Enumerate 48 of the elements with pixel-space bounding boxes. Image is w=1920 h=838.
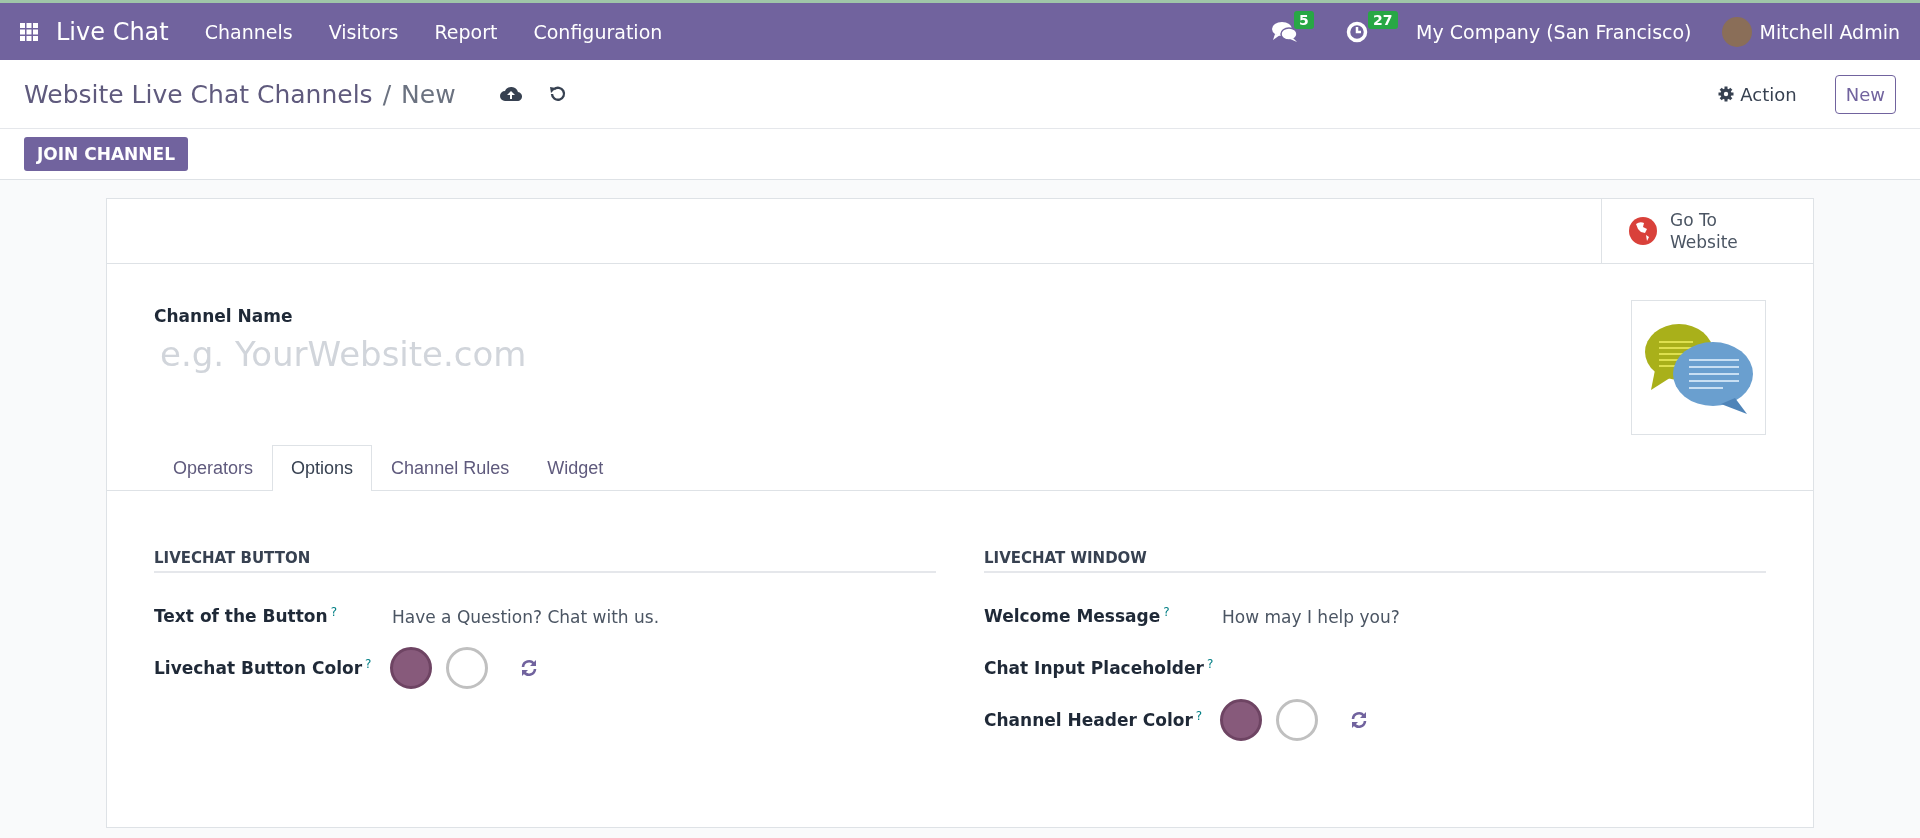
menu-item[interactable]: Visitors — [328, 20, 399, 43]
cloud-upload-icon[interactable] — [499, 85, 522, 101]
message-count: 5 — [1294, 10, 1314, 29]
app-menu-icon[interactable] — [20, 22, 38, 41]
color-swatch[interactable] — [1220, 699, 1262, 741]
menu-item[interactable]: Configuration — [533, 20, 663, 43]
help-tooltip-icon[interactable]: ? — [1163, 605, 1170, 619]
menu-item[interactable]: Report — [434, 20, 498, 43]
join-channel-button[interactable]: JOIN CHANNEL — [24, 137, 188, 171]
field-label: Chat Input Placeholder — [984, 658, 1204, 678]
gear-icon — [1718, 86, 1735, 102]
field-label: Livechat Button Color — [154, 658, 363, 678]
clock-icon[interactable] — [1346, 20, 1369, 43]
channel-image[interactable] — [1631, 300, 1766, 435]
new-button[interactable]: New — [1834, 74, 1896, 114]
help-tooltip-icon[interactable]: ? — [330, 605, 338, 619]
chat-bubbles-icon[interactable] — [1272, 20, 1299, 43]
action-menu[interactable]: Action — [1718, 83, 1797, 105]
color-swatch[interactable] — [1276, 699, 1318, 741]
field-label: Channel Header Color — [984, 710, 1193, 730]
globe-icon — [1628, 216, 1658, 246]
app-name[interactable]: Live Chat — [56, 17, 169, 46]
field-label: Welcome Message — [984, 606, 1161, 626]
color-swatch[interactable] — [390, 647, 432, 689]
form-tab[interactable]: Widget — [528, 445, 623, 491]
breadcrumb-link[interactable]: Website Live Chat Channels — [24, 79, 373, 109]
refresh-icon[interactable] — [1350, 711, 1368, 729]
section-heading: LIVECHAT WINDOW — [984, 549, 1766, 573]
help-tooltip-icon[interactable]: ? — [1206, 657, 1214, 671]
company-switcher[interactable]: My Company (San Francisco) — [1416, 20, 1692, 43]
section-heading: LIVECHAT BUTTON — [154, 549, 936, 573]
help-tooltip-icon[interactable]: ? — [365, 657, 372, 671]
field-label: Text of the Button — [154, 606, 328, 626]
text-input-field[interactable]: Have a Question? Chat with us. — [390, 595, 936, 628]
form-tab[interactable]: Operators — [154, 445, 273, 491]
form-tab[interactable]: Options — [272, 445, 373, 491]
text-input-field[interactable]: How may I help you? — [1220, 595, 1766, 628]
help-tooltip-icon[interactable]: ? — [1195, 709, 1203, 723]
activity-count: 27 — [1368, 10, 1398, 29]
color-swatch[interactable] — [446, 647, 488, 689]
breadcrumb-separator: / — [382, 79, 392, 109]
menu-item[interactable]: Channels — [204, 20, 293, 43]
breadcrumb-current: New — [401, 79, 456, 109]
user-menu[interactable]: Mitchell Admin — [1759, 20, 1900, 43]
field-label: Channel Name — [154, 306, 294, 326]
form-tab[interactable]: Channel Rules — [372, 445, 529, 491]
refresh-icon[interactable] — [520, 659, 538, 677]
undo-icon[interactable] — [547, 85, 566, 103]
